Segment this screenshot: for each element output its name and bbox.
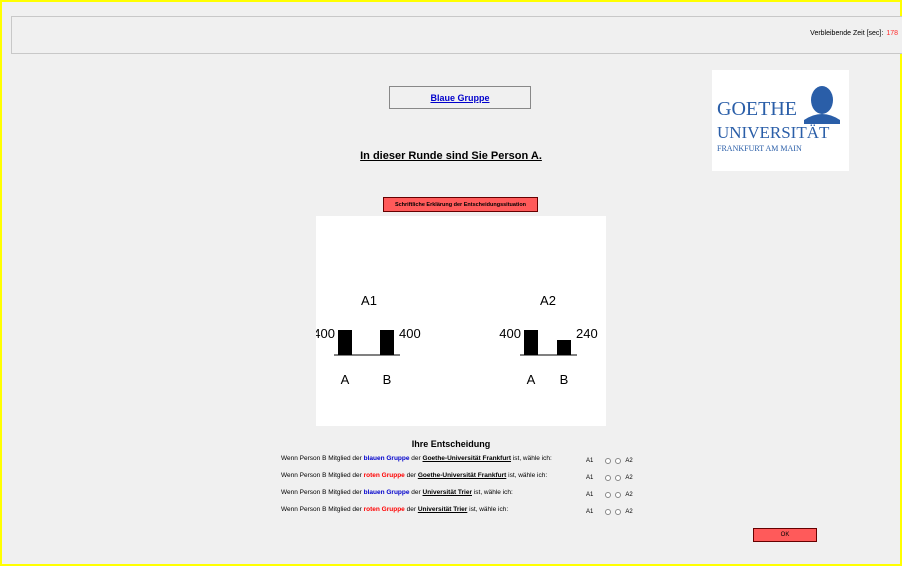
row-text: der bbox=[404, 472, 418, 479]
row-text: der bbox=[409, 455, 423, 462]
decision-row: Wenn Person B Mitglied der blauen Gruppe… bbox=[281, 489, 513, 501]
bar-a bbox=[338, 330, 352, 355]
allocation-svg: A1 400 400 A B A2 400 240 A B bbox=[316, 293, 598, 387]
radio-a2[interactable] bbox=[615, 509, 622, 515]
row-text: der bbox=[409, 489, 423, 496]
row-group: roten Gruppe bbox=[363, 472, 405, 479]
choice-label-a2: A2 bbox=[625, 509, 633, 515]
radio-a2[interactable] bbox=[615, 492, 622, 498]
row-text: ist, wähle ich: bbox=[472, 489, 513, 496]
decision-title: Ihre Entscheidung bbox=[411, 439, 491, 449]
choice-group: A1 A2 bbox=[586, 472, 633, 484]
choice-label-a1: A1 bbox=[586, 492, 594, 498]
row-university: Goethe-Universität Frankfurt bbox=[422, 455, 512, 462]
radio-a1[interactable] bbox=[605, 475, 612, 481]
option-title: A2 bbox=[540, 293, 556, 308]
choice-label-a2: A2 bbox=[625, 492, 633, 498]
radio-a1[interactable] bbox=[605, 509, 612, 515]
row-university: Universität Trier bbox=[422, 489, 473, 496]
value-label-b: 400 bbox=[399, 326, 421, 341]
choice-label-a2: A2 bbox=[625, 458, 633, 464]
category-label-a: A bbox=[341, 372, 350, 387]
row-group: blauen Gruppe bbox=[363, 455, 410, 462]
choice-label-a2: A2 bbox=[625, 475, 633, 481]
bar-b bbox=[380, 330, 394, 355]
explanation-button[interactable]: Schriftliche Erklärung der Entscheidungs… bbox=[383, 197, 538, 212]
header-bar: Verbleibende Zeit [sec]: 178 bbox=[11, 16, 902, 54]
value-label-b: 240 bbox=[576, 326, 598, 341]
category-label-b: B bbox=[560, 372, 569, 387]
option-title: A1 bbox=[361, 293, 377, 308]
row-group: roten Gruppe bbox=[363, 506, 405, 513]
goethe-logo-icon: GOETHE UNIVERSITÄT FRANKFURT AM MAIN bbox=[717, 86, 840, 153]
university-logo: GOETHE UNIVERSITÄT FRANKFURT AM MAIN bbox=[712, 70, 849, 171]
choice-group: A1 A2 bbox=[586, 506, 633, 518]
row-text: Wenn Person B Mitglied der bbox=[281, 472, 364, 479]
timer: Verbleibende Zeit [sec]: 178 bbox=[810, 30, 898, 37]
choice-label-a1: A1 bbox=[586, 509, 594, 515]
row-university: Universität Trier bbox=[417, 506, 468, 513]
logo-line1: GOETHE bbox=[717, 98, 797, 120]
choice-label-a1: A1 bbox=[586, 458, 594, 464]
decision-row: Wenn Person B Mitglied der roten Gruppe … bbox=[281, 506, 508, 518]
value-label-a: 400 bbox=[499, 326, 521, 341]
logo-line3: FRANKFURT AM MAIN bbox=[717, 144, 802, 153]
radio-a2[interactable] bbox=[615, 475, 622, 481]
row-text: Wenn Person B Mitglied der bbox=[281, 455, 364, 462]
radio-a1[interactable] bbox=[605, 492, 612, 498]
allocation-chart: A1 400 400 A B A2 400 240 A B bbox=[316, 216, 606, 426]
portrait-icon bbox=[804, 86, 840, 124]
row-text: ist, wähle ich: bbox=[467, 506, 509, 513]
bar-b bbox=[557, 340, 571, 355]
ok-button[interactable]: OK bbox=[753, 528, 817, 542]
row-text: Wenn Person B Mitglied der bbox=[281, 489, 364, 496]
decision-row: Wenn Person B Mitglied der blauen Gruppe… bbox=[281, 455, 552, 467]
row-text: ist, wähle ich: bbox=[511, 455, 552, 462]
row-text: Wenn Person B Mitglied der bbox=[281, 506, 364, 513]
row-text: der bbox=[404, 506, 418, 513]
decision-row: Wenn Person B Mitglied der roten Gruppe … bbox=[281, 472, 547, 484]
row-university: Goethe-Universität Frankfurt bbox=[417, 472, 507, 479]
group-label: Blaue Gruppe bbox=[389, 86, 531, 109]
value-label-a: 400 bbox=[316, 326, 335, 341]
category-label-a: A bbox=[527, 372, 536, 387]
radio-a1[interactable] bbox=[605, 458, 612, 464]
choice-group: A1 A2 bbox=[586, 455, 633, 467]
choice-label-a1: A1 bbox=[586, 475, 594, 481]
logo-line2: UNIVERSITÄT bbox=[717, 123, 830, 142]
choice-group: A1 A2 bbox=[586, 489, 633, 501]
category-label-b: B bbox=[383, 372, 392, 387]
timer-label: Verbleibende Zeit [sec]: bbox=[810, 30, 884, 37]
radio-a2[interactable] bbox=[615, 458, 622, 464]
row-group: blauen Gruppe bbox=[363, 489, 410, 496]
row-text: ist, wähle ich: bbox=[506, 472, 548, 479]
bar-a bbox=[524, 330, 538, 355]
timer-value: 178 bbox=[886, 30, 898, 37]
